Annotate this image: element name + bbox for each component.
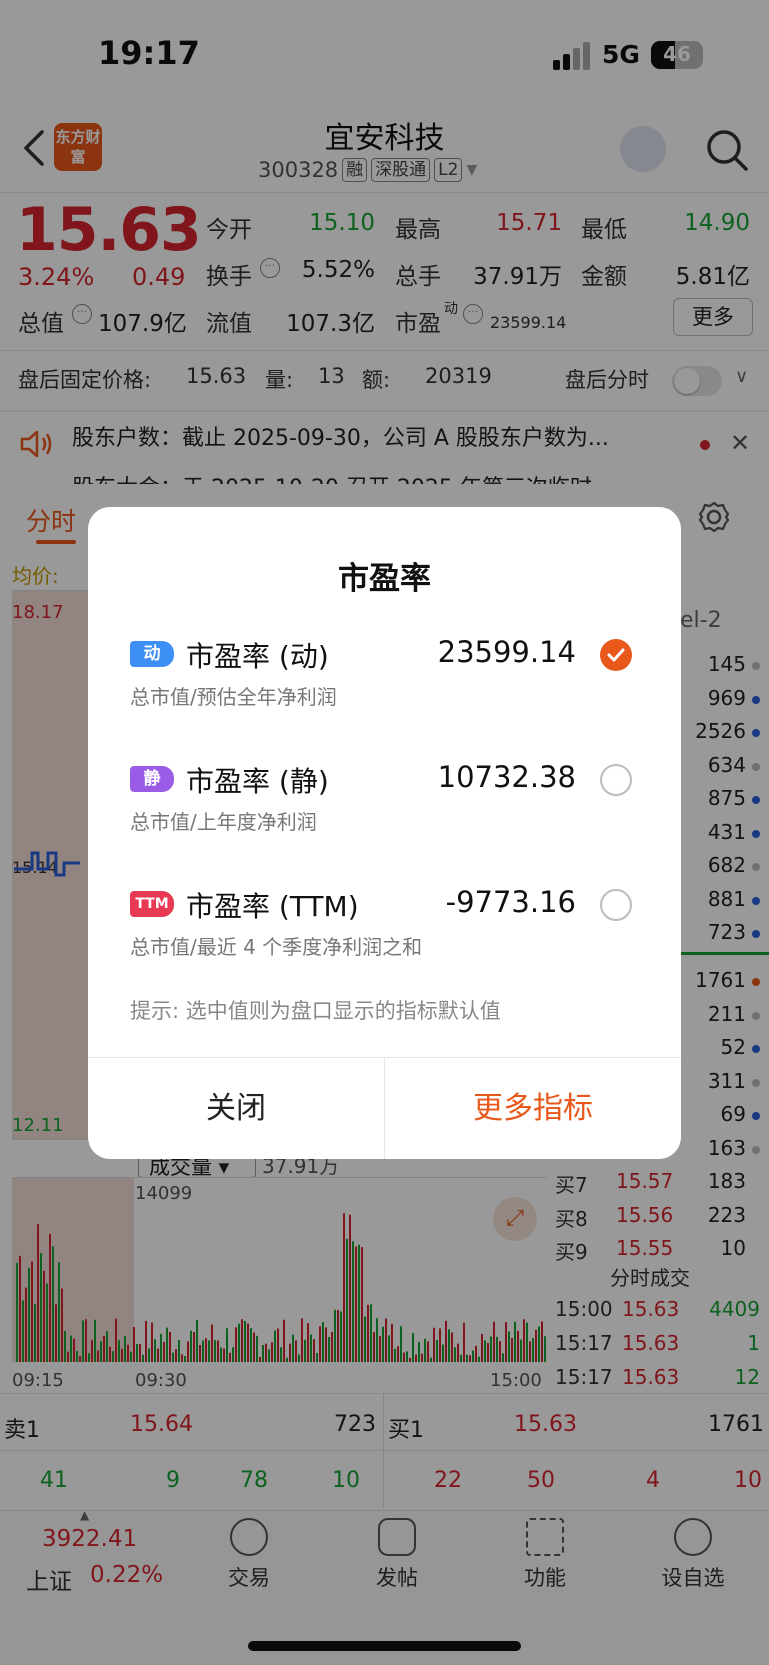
option-pe-dynamic[interactable]: 动 市盈率 (动) 23599.14 总市值/预估全年净利润 — [88, 635, 681, 751]
badge-ttm: TTM — [130, 891, 174, 917]
option-value: 10732.38 — [437, 760, 576, 794]
option-name: 市盈率 (静) — [186, 765, 329, 798]
option-desc: 总市值/最近 4 个季度净利润之和 — [130, 935, 423, 959]
badge-static: 静 — [130, 766, 174, 792]
option-value: -9773.16 — [445, 885, 576, 919]
pe-dialog: 市盈率 动 市盈率 (动) 23599.14 总市值/预估全年净利润 静 市盈率… — [88, 507, 681, 1159]
option-name: 市盈率 (TTM) — [186, 890, 359, 923]
close-button[interactable]: 关闭 — [88, 1058, 384, 1159]
option-value: 23599.14 — [437, 635, 576, 669]
option-pe-static[interactable]: 静 市盈率 (静) 10732.38 总市值/上年度净利润 — [88, 760, 681, 876]
radio-unchecked-icon[interactable] — [600, 889, 632, 921]
option-desc: 总市值/上年度净利润 — [130, 810, 317, 834]
option-name: 市盈率 (动) — [186, 640, 329, 673]
option-desc: 总市值/预估全年净利润 — [130, 685, 337, 709]
radio-unchecked-icon[interactable] — [600, 764, 632, 796]
dialog-title: 市盈率 — [338, 561, 431, 597]
option-pe-ttm[interactable]: TTM 市盈率 (TTM) -9773.16 总市值/最近 4 个季度净利润之和 — [88, 885, 681, 1001]
dialog-hint: 提示: 选中值则为盘口显示的指标默认值 — [130, 999, 501, 1023]
radio-checked-icon[interactable] — [600, 639, 632, 671]
badge-dynamic: 动 — [130, 641, 174, 667]
more-indicators-button[interactable]: 更多指标 — [385, 1058, 681, 1159]
